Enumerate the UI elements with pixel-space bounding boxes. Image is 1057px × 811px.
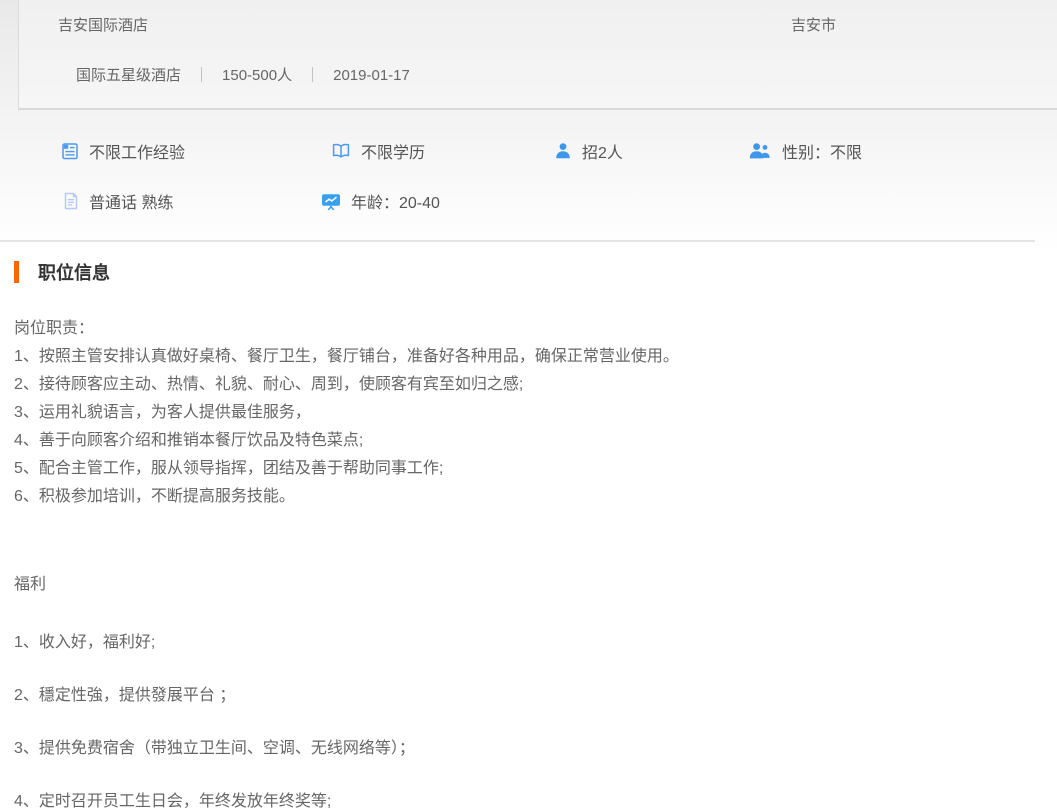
attribute-headcount-label: 招2人 [582, 139, 623, 163]
two-persons-icon [748, 141, 773, 161]
attribute-gender-label: 性别：不限 [782, 139, 862, 163]
responsibility-item: 4、善于向顾客介绍和推销本餐厅饮品及特色菜点; [14, 427, 1037, 455]
attribute-language-label: 普通话 熟练 [89, 189, 173, 213]
publish-date: 2019-01-17 [333, 67, 410, 84]
job-description: 岗位职责： 1、按照主管安排认真做好桌椅、餐厅卫生，餐厅铺台，准备好各种用品，确… [14, 315, 1037, 811]
benefit-item: 2、穩定性強，提供發展平台 ； [14, 682, 1037, 710]
memo-icon [60, 141, 80, 161]
orange-accent-bar [14, 261, 19, 283]
section-header: 职位信息 [0, 259, 1057, 285]
chart-board-icon [320, 191, 342, 211]
company-card: 吉安国际酒店 吉安市 国际五星级酒店 ｜ 150-500人 ｜ 2019-01-17 [18, 0, 1057, 110]
attribute-experience: 不限工作经验 [60, 139, 330, 163]
job-attributes-row-2: 普通话 熟练 年龄：20-40 [0, 176, 1057, 226]
responsibility-item: 6、积极参加培训，不断提高服务技能。 [14, 483, 1037, 511]
attribute-gender: 性别：不限 [748, 139, 862, 163]
benefit-item: 1、收入好，福利好; [14, 629, 1037, 657]
meta-separator: ｜ [305, 67, 320, 84]
company-meta: 国际五星级酒店 ｜ 150-500人 ｜ 2019-01-17 [76, 64, 410, 85]
attribute-language: 普通话 熟练 [62, 189, 320, 213]
section-title: 职位信息 [38, 259, 110, 285]
attribute-experience-label: 不限工作经验 [89, 139, 185, 163]
attribute-age: 年龄：20-40 [320, 189, 440, 213]
benefit-item: 3、提供免费宿舍（带独立卫生间、空调、无线网络等）； [14, 735, 1037, 763]
job-detail-page: 吉安国际酒店 吉安市 国际五星级酒店 ｜ 150-500人 ｜ 2019-01-17 不… [0, 0, 1057, 811]
person-icon [553, 141, 573, 161]
attribute-age-label: 年龄：20-40 [351, 189, 440, 213]
section-divider [0, 240, 1035, 242]
open-book-icon [330, 141, 352, 161]
responsibility-item: 1、按照主管安排认真做好桌椅、餐厅卫生，餐厅铺台，准备好各种用品，确保正常营业使… [14, 343, 1037, 371]
benefit-item: 4、定时召开员工生日会，年终发放年终奖等; [14, 788, 1037, 811]
responsibility-item: 5、配合主管工作，服从领导指挥，团结及善于帮助同事工作; [14, 455, 1037, 483]
attribute-headcount: 招2人 [553, 139, 748, 163]
document-icon [62, 191, 80, 211]
attribute-education: 不限学历 [330, 139, 553, 163]
meta-separator: ｜ [194, 67, 209, 84]
attribute-education-label: 不限学历 [361, 139, 425, 163]
responsibility-item: 2、接待顾客应主动、热情、礼貌、耐心、周到，使顾客有宾至如归之感; [14, 371, 1037, 399]
company-name: 吉安国际酒店 [58, 14, 148, 35]
responsibility-item: 3、运用礼貌语言，为客人提供最佳服务， [14, 399, 1037, 427]
company-city: 吉安市 [791, 14, 836, 35]
company-type: 国际五星级酒店 [76, 67, 181, 84]
benefits-title: 福利 [14, 571, 1037, 599]
responsibilities-title: 岗位职责： [14, 315, 1037, 343]
job-attributes-row-1: 不限工作经验 不限学历 招2人 [0, 126, 1057, 176]
company-size: 150-500人 [222, 67, 292, 84]
